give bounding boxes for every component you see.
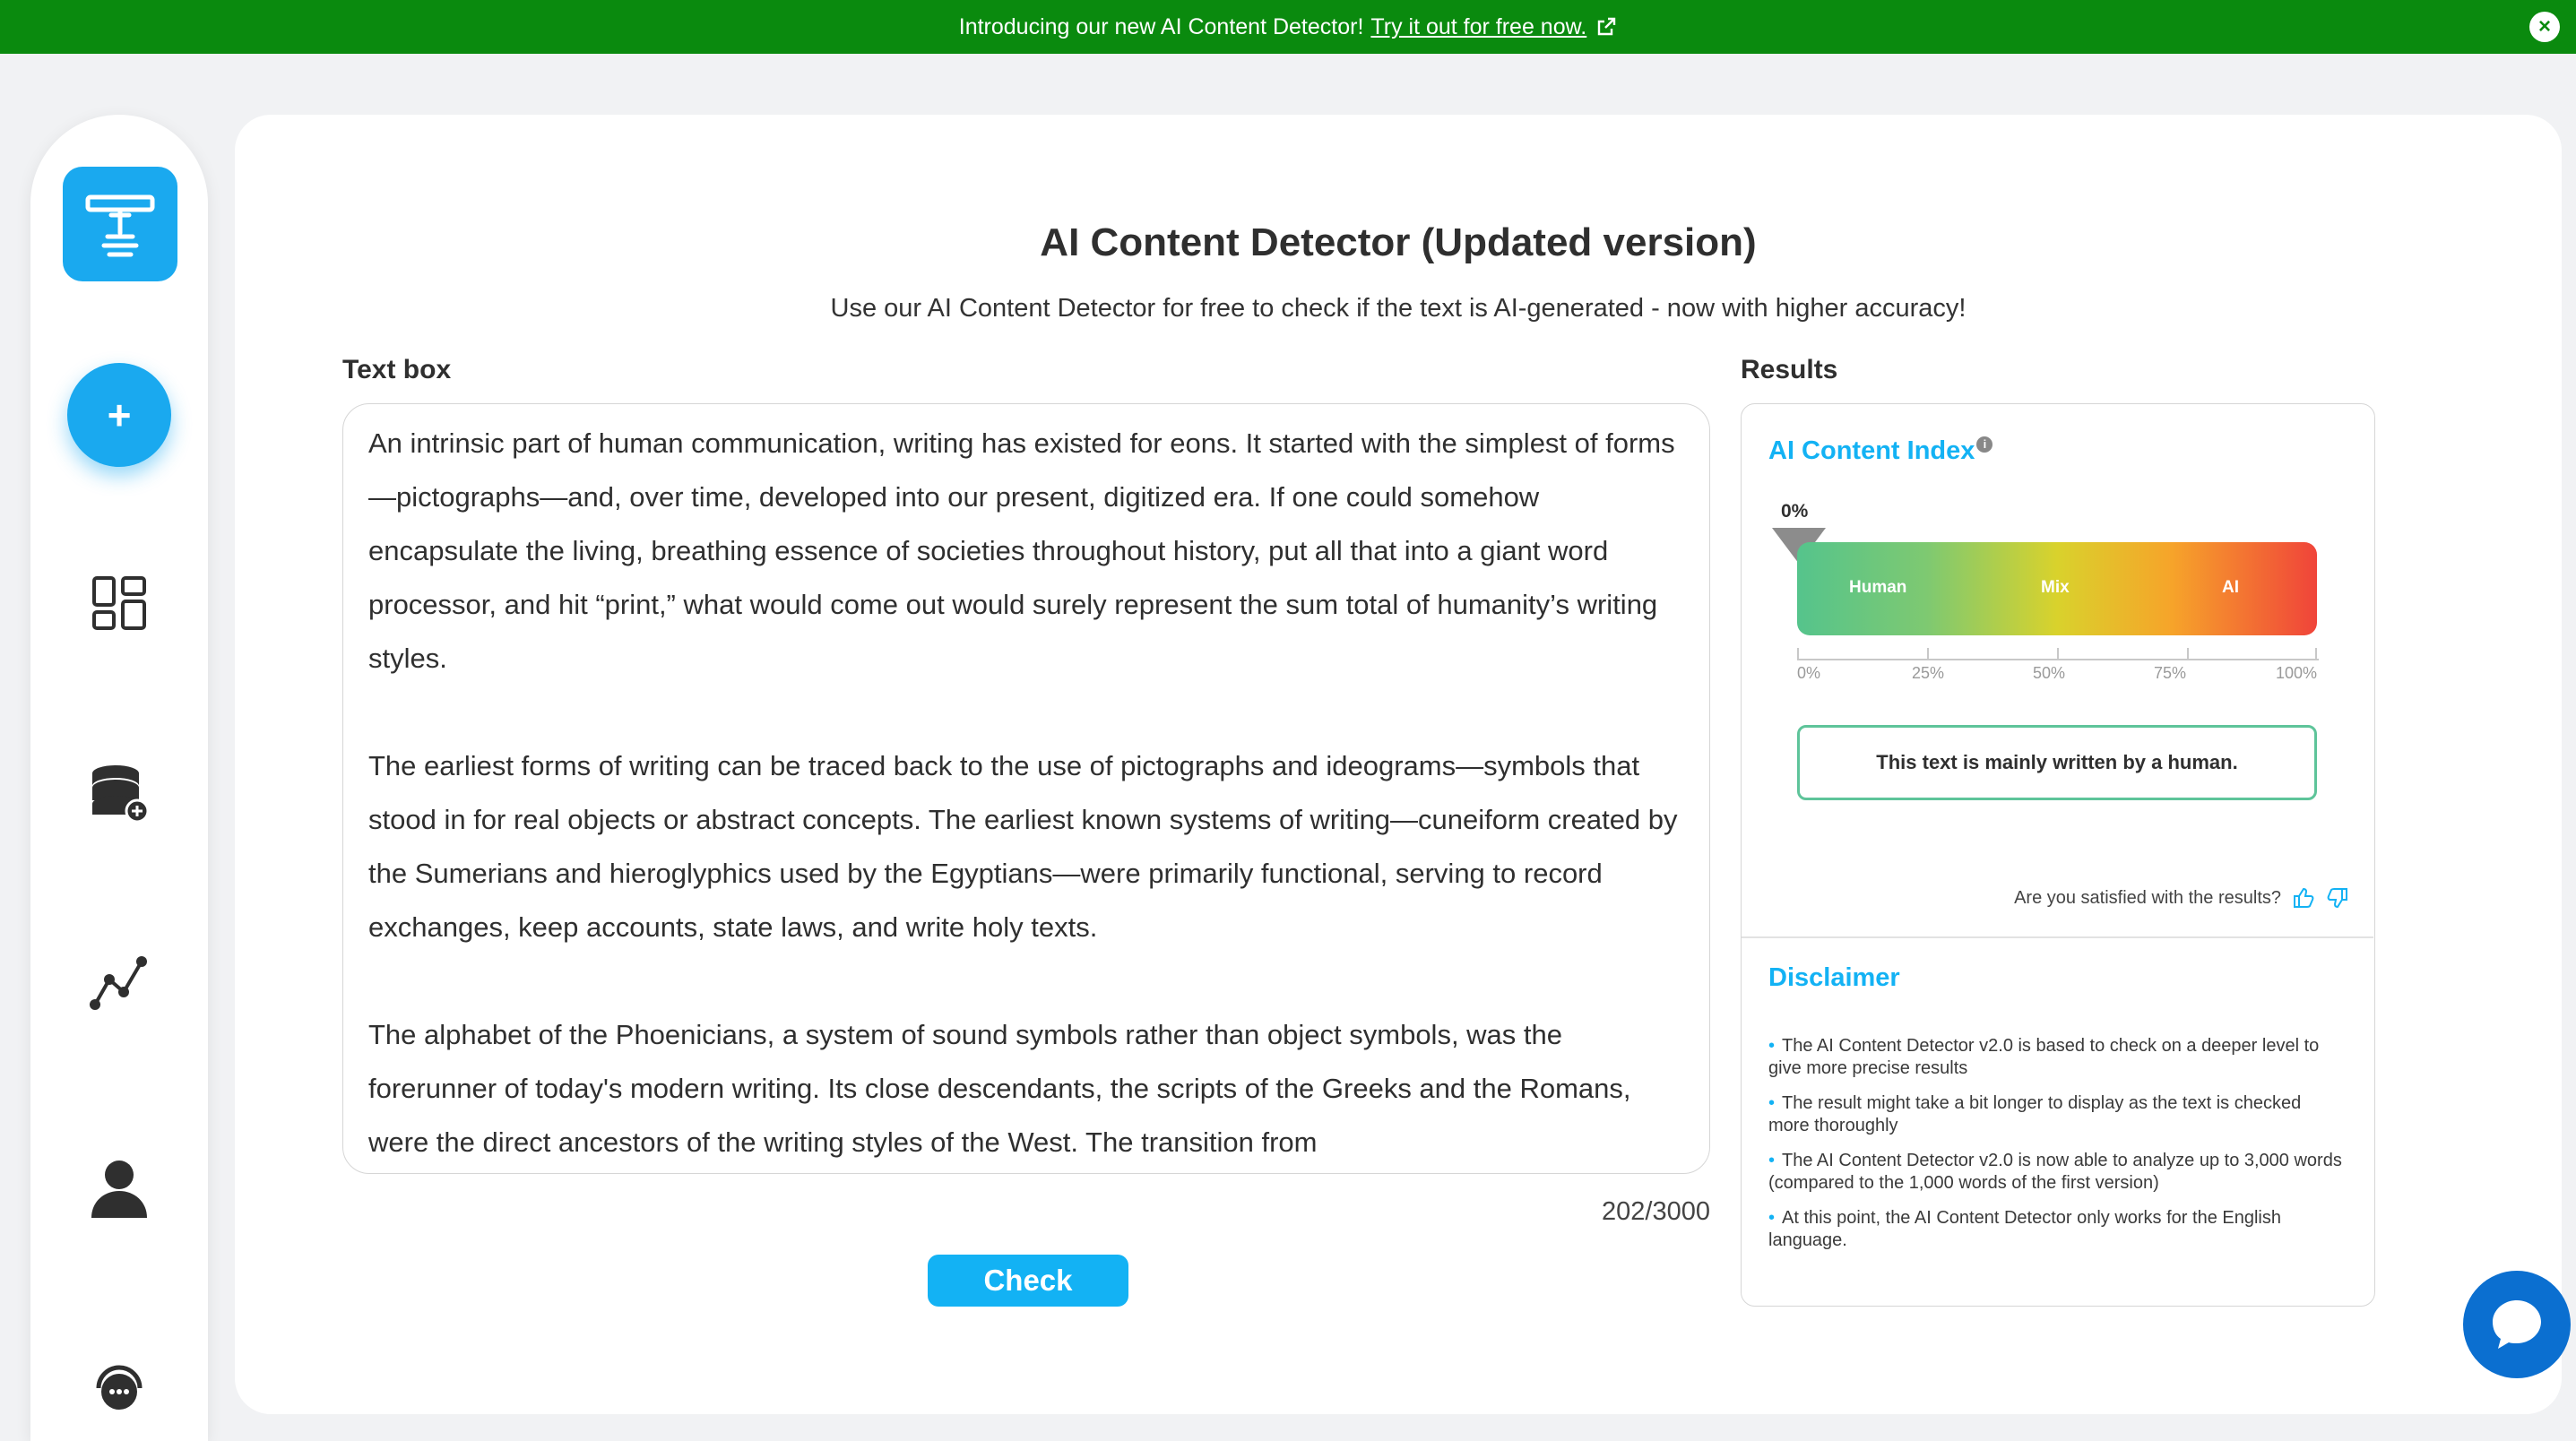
check-button[interactable]: Check (928, 1255, 1128, 1307)
textbox-label: Text box (342, 355, 452, 384)
score-label: 0% (1781, 501, 1809, 522)
page-title: AI Content Detector (Updated version) (1040, 220, 1757, 264)
list-item: The AI Content Detector v2.0 is based to… (1768, 1035, 2342, 1080)
disclaimer-list: The AI Content Detector v2.0 is based to… (1768, 1035, 2342, 1264)
banner-link[interactable]: Try it out for free now. (1370, 14, 1586, 40)
main-card: AI Content Detector (Updated version) Us… (235, 115, 2562, 1414)
page-subtitle: Use our AI Content Detector for free to … (830, 294, 1967, 323)
banner-text: Introducing our new AI Content Detector! (958, 13, 1364, 39)
coins-icon[interactable] (83, 757, 155, 829)
ai-content-index-title: AI Content Index i (1768, 436, 1993, 466)
analytics-icon[interactable] (83, 948, 155, 1020)
list-item: At this point, the AI Content Detector o… (1768, 1207, 2342, 1252)
score-gradient-bar: Human Mix AI (1797, 542, 2317, 635)
tick-label: 75% (2154, 664, 2187, 682)
results-panel: AI Content Index i 0% Human Mix AI 0% 25%… (1741, 403, 2375, 1307)
word-counter: 202/3000 (1602, 1197, 1710, 1226)
info-icon[interactable]: i (1976, 436, 1993, 453)
chat-icon[interactable] (2463, 1271, 2571, 1378)
text-paragraph: The alphabet of the Phoenicians, a syste… (368, 1019, 1631, 1158)
tick-label: 25% (1912, 664, 1945, 682)
thumbs-up-icon[interactable] (2292, 886, 2315, 910)
bar-label-ai: AI (2222, 578, 2239, 597)
bar-label-mix: Mix (2041, 578, 2070, 597)
promo-banner: Introducing our new AI Content Detector!… (0, 0, 2576, 54)
text-logo-icon[interactable] (63, 167, 177, 281)
user-icon[interactable] (83, 1154, 155, 1226)
text-paragraph: The earliest forms of writing can be tra… (368, 750, 1678, 943)
feedback-question: Are you satisfied with the results? (2014, 887, 2281, 908)
tick-label: 0% (1797, 664, 1821, 682)
dashboard-icon[interactable] (83, 567, 155, 639)
text-input-area[interactable]: An intrinsic part of human communication… (342, 403, 1710, 1174)
verdict-box: This text is mainly written by a human. (1797, 725, 2317, 800)
sidebar: + (30, 115, 208, 1441)
support-icon[interactable] (83, 1351, 155, 1423)
text-paragraph: An intrinsic part of human communication… (368, 427, 1675, 674)
thumbs-down-icon[interactable] (2326, 886, 2349, 910)
close-icon[interactable]: × (2529, 12, 2560, 42)
list-item: The result might take a bit longer to di… (1768, 1092, 2342, 1137)
results-label: Results (1741, 355, 1838, 384)
plus-icon[interactable]: + (67, 363, 171, 467)
list-item: The AI Content Detector v2.0 is now able… (1768, 1150, 2342, 1195)
divider (1742, 936, 2373, 938)
external-link-icon[interactable] (1595, 16, 1617, 38)
tick-label: 50% (2033, 664, 2066, 682)
disclaimer-title: Disclaimer (1768, 963, 1900, 992)
bar-label-human: Human (1849, 578, 1907, 597)
feedback-row: Are you satisfied with the results? (2014, 886, 2349, 910)
tick-label: 100% (2276, 664, 2318, 682)
score-axis (1797, 648, 2319, 660)
